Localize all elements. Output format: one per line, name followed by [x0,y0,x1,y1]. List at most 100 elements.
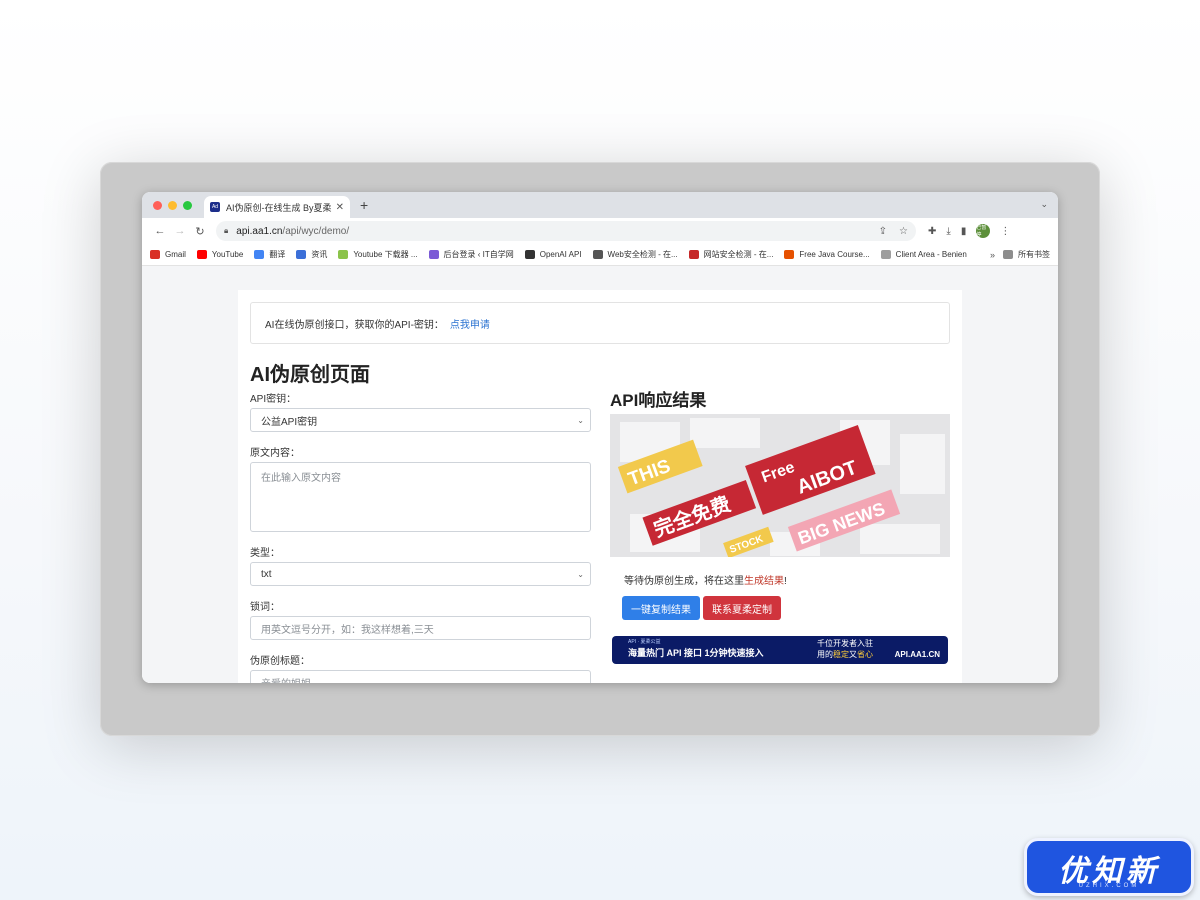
bookmark-label: Youtube 下载器 ... [353,250,418,259]
gmail-icon [150,250,160,259]
api-ad-banner[interactable]: API · 夏柔公益 海量热门 API 接口 1分钟快速接入 千位开发者入驻 用… [612,636,948,664]
profile-avatar[interactable]: 已暂停 [976,224,991,238]
lock-words-input[interactable]: 用英文逗号分开，如：我这样想着,三天 [250,616,591,640]
folder-icon [1003,250,1013,259]
bookmark-item[interactable]: 网站安全检测 - 在... [688,249,773,260]
ad-url: API.AA1.CN [894,650,940,659]
tab-close-icon[interactable]: ✕ [336,202,344,213]
circle-icon [880,250,891,259]
browser-window: Ad AI伪原创-在线生成 By夏柔公益 ✕ + ⌄ ← → ↻ 🔒︎ api.… [142,192,1058,683]
notice-text: AI在线伪原创接口，获取你的API-密钥： [265,319,444,331]
window-controls [153,201,192,210]
bookmark-item[interactable]: Client Area - Benien [880,250,967,259]
news-icon [296,250,307,259]
ad-mid-text: 千位开发者入驻 用的稳定又省心 [817,638,873,660]
bookmark-label: Web安全检测 - 在... [607,250,678,259]
bookmark-label: 后台登录 ‹ IT自学网 [443,250,514,259]
ad-mid-line1: 千位开发者入驻 [817,639,873,648]
bookmark-item[interactable]: Free Java Course... [784,250,870,259]
chevron-down-icon: ⌄ [577,415,584,425]
back-button[interactable]: ← [150,225,170,237]
gem-icon [428,250,439,259]
uzhix-logo: 优知新 UZHIX.COM [1024,838,1194,896]
toolbar: ← → ↻ 🔒︎ api.aa1.cn/api/wyc/demo/ ⇪ ☆ ✚ … [142,218,1058,244]
rewrite-title-input[interactable]: 亲爱的姐姐 [250,670,591,683]
reload-button[interactable]: ↻ [190,225,210,238]
address-bar[interactable]: 🔒︎ api.aa1.cn/api/wyc/demo/ ⇪ ☆ [216,221,916,241]
apply-link[interactable]: 点我申请 [450,316,490,331]
ad-mid-2b: 稳定 [833,650,849,659]
bookmark-item[interactable]: 翻译 [254,249,285,260]
bookmark-label: OpenAI API [539,250,582,259]
extensions-icon[interactable]: ✚ [928,226,936,237]
ad-brand: API · 夏柔公益 [628,639,661,645]
share-icon[interactable]: ⇪ [879,226,887,237]
copy-result-button[interactable]: 一键复制结果 [622,596,700,620]
bookmark-item[interactable]: Gmail [150,250,186,259]
bookmarks-more-button[interactable]: » [990,250,995,260]
response-title: API响应结果 [610,391,707,410]
tab-strip: Ad AI伪原创-在线生成 By夏柔公益 ✕ + ⌄ [142,192,1058,218]
lock-words-label: 锁词： [250,602,280,613]
bookmark-item[interactable]: OpenAI API [524,250,582,259]
tab-favicon-icon: Ad [210,202,220,212]
new-tab-button[interactable]: + [360,197,368,213]
side-panel-icon[interactable]: ▮ [961,226,967,237]
result-prefix: 等待伪原创生成，将在这里 [624,576,744,587]
bookmark-item[interactable]: Web安全检测 - 在... [592,249,678,260]
result-highlight: 生成结果 [744,576,784,587]
type-select[interactable]: txt ⌄ [250,562,591,586]
bookmark-label: YouTube [211,250,244,259]
logo-sub-text: UZHIX.COM [1078,883,1140,889]
rewrite-title-placeholder: 亲爱的姐姐 [261,675,311,684]
bookmark-item[interactable]: Youtube 下载器 ... [338,249,418,260]
tab-title: AI伪原创-在线生成 By夏柔公益 [226,202,332,213]
bookmark-item[interactable]: 资讯 [296,249,327,260]
close-window-button[interactable] [153,201,162,210]
bookmark-label: Client Area - Benien [895,250,967,259]
bookmark-item[interactable]: YouTube [196,250,244,259]
forward-button[interactable]: → [170,225,190,237]
url-host: api.aa1.cn [236,225,283,237]
tab-search-chevron-icon[interactable]: ⌄ [1040,199,1048,210]
contact-custom-button[interactable]: 联系夏柔定制 [703,596,781,620]
type-value: txt [261,568,272,580]
content-textarea[interactable]: 在此输入原文内容 [250,462,591,532]
url-path: /api/wyc/demo/ [282,225,350,237]
bookmark-label: Free Java Course... [799,250,870,259]
page-title: AI伪原创页面 [250,364,370,386]
ad-main-text: 海量热门 API 接口 1分钟快速接入 [628,648,764,658]
api-key-value: 公益API密钥 [261,416,318,428]
lock-words-placeholder: 用英文逗号分开，如：我这样想着,三天 [261,624,434,636]
rewrite-title-label: 伪原创标题： [250,656,310,667]
api-notice: AI在线伪原创接口，获取你的API-密钥： 点我申请 [250,302,950,344]
result-suffix: ! [784,576,787,587]
openai-icon [524,250,535,259]
ad-mid-2d: 省心 [857,650,873,659]
translate-icon [254,250,265,259]
bookmark-star-icon[interactable]: ☆ [899,226,908,237]
api-key-select[interactable]: 公益API密钥 ⌄ [250,408,591,432]
lock-icon[interactable]: 🔒︎ [224,226,228,236]
bookmark-label: Gmail [165,250,186,259]
youtube-icon [196,250,207,259]
ad-mid-2c: 又 [849,650,857,659]
type-label: 类型： [250,548,280,559]
bookmark-label: 翻译 [269,250,286,259]
result-status: 等待伪原创生成，将在这里生成结果! [624,572,787,587]
bookmarks-bar: Gmail YouTube 翻译 资讯 Youtube 下载器 ... 后台登录 ‹ IT… [142,244,1058,266]
bookmark-item[interactable]: 后台登录 ‹ IT自学网 [428,249,514,260]
downloads-icon[interactable]: ⤓ [946,226,950,237]
minimize-window-button[interactable] [168,201,177,210]
shield-icon [688,250,699,259]
page-viewport[interactable]: AI在线伪原创接口，获取你的API-密钥： 点我申请 AI伪原创页面 API密钥… [142,266,1058,683]
bookmark-label: 资讯 [311,250,328,259]
page-card: AI在线伪原创接口，获取你的API-密钥： 点我申请 AI伪原创页面 API密钥… [238,290,962,683]
all-bookmarks-folder[interactable]: 所有书签 [1003,249,1050,260]
download-icon [338,250,349,259]
active-tab[interactable]: Ad AI伪原创-在线生成 By夏柔公益 ✕ [204,196,350,218]
java-icon [784,250,795,259]
maximize-window-button[interactable] [183,201,192,210]
menu-kebab-icon[interactable]: ⋮ [1000,226,1010,237]
globe-icon [592,250,603,259]
